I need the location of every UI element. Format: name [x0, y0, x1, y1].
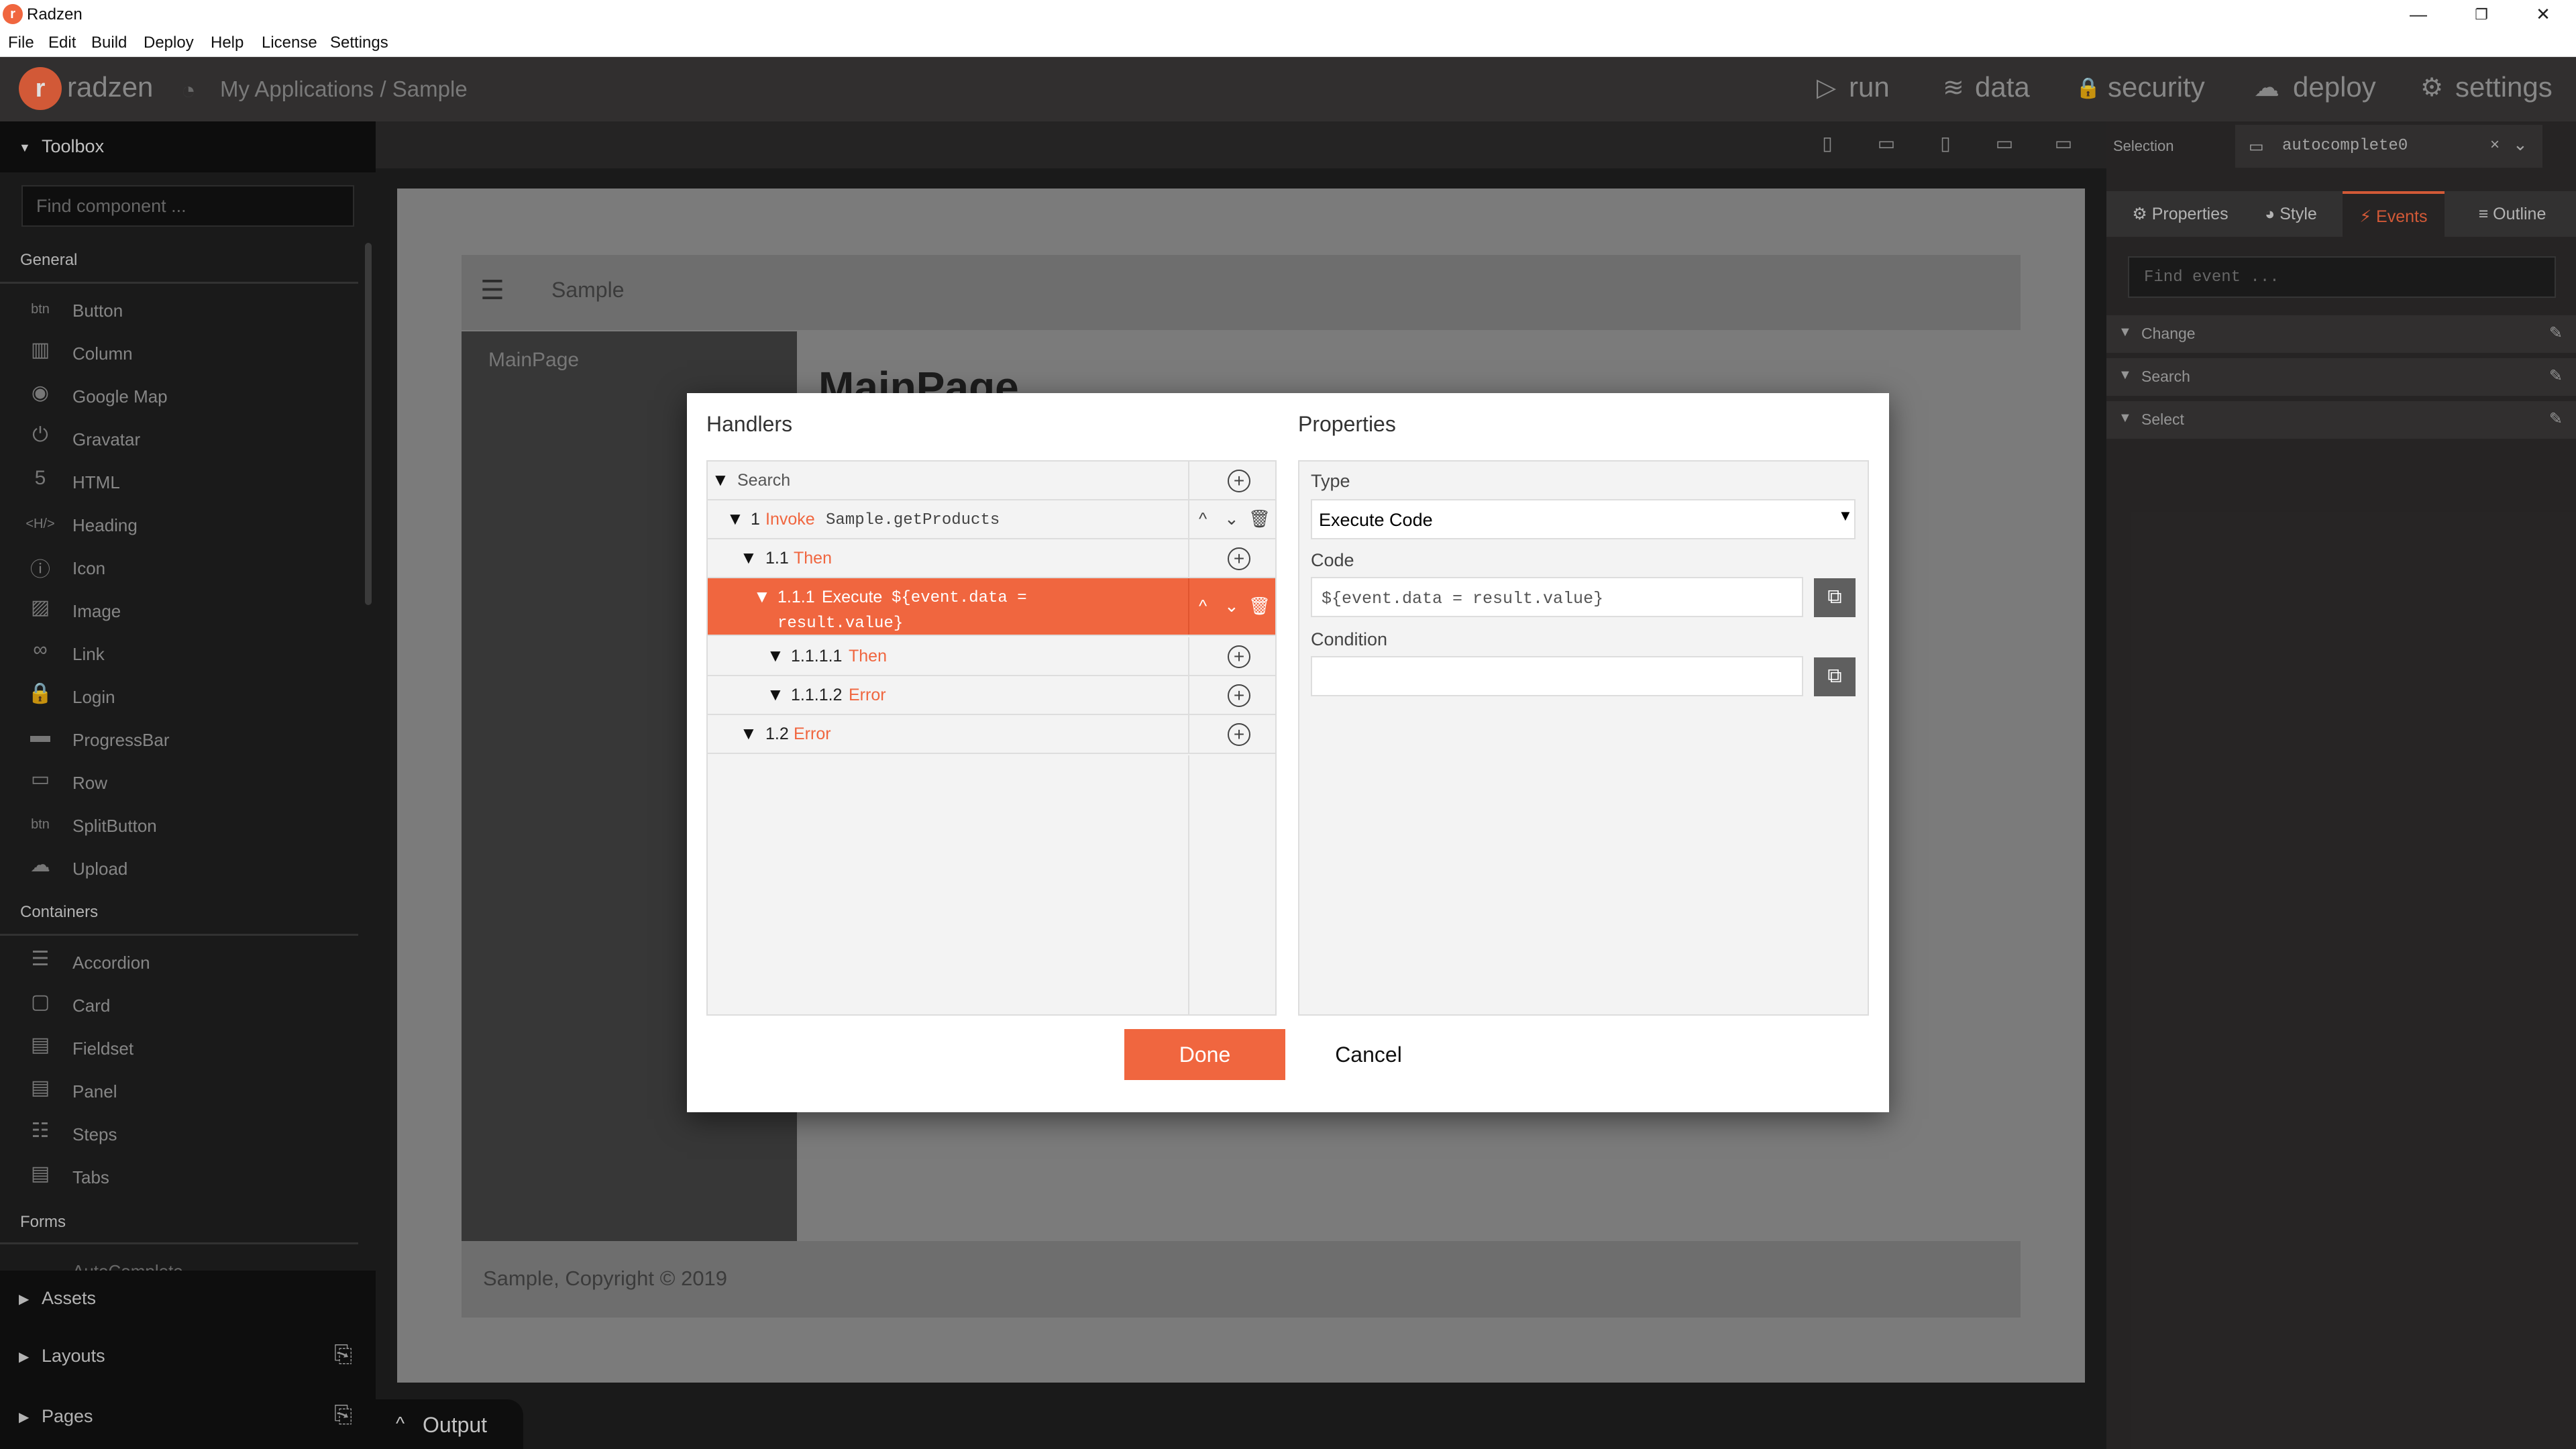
collapse-arrow-icon[interactable]: ▼ [740, 547, 757, 568]
menu-settings[interactable]: Settings [330, 34, 388, 52]
add-handler-icon[interactable]: + [1228, 547, 1250, 570]
handler-number: 1.1.1.2 [791, 686, 843, 704]
trash-icon[interactable]: 🗑 [1248, 596, 1271, 616]
restore-button[interactable]: ❐ [2451, 0, 2512, 29]
handler-properties [1298, 460, 1869, 1016]
handler-row-1[interactable]: ▼ 1 Invoke Sample.getProducts ^ ⌄ 🗑 [708, 500, 1275, 539]
add-handler-icon[interactable]: + [1228, 684, 1250, 707]
close-button[interactable]: ✕ [2513, 0, 2573, 29]
handler-number: 1.1 [765, 549, 789, 568]
handler-row-1-1-1-1[interactable]: ▼ 1.1.1.1 Then + [708, 637, 1275, 676]
add-handler-icon[interactable]: + [1228, 645, 1250, 668]
handler-code-cont: result.value} [777, 614, 904, 633]
window-titlebar [0, 0, 2576, 29]
add-handler-icon[interactable]: + [1228, 470, 1250, 492]
trash-icon[interactable]: 🗑 [1248, 508, 1271, 529]
code-input[interactable]: ${event.data = result.value} [1311, 577, 1803, 617]
handler-code: ${event.data = [892, 589, 1027, 607]
handler-type: Invoke [765, 510, 815, 529]
handler-event-name: Search [737, 471, 791, 490]
menu-file[interactable]: File [8, 34, 34, 52]
collapse-arrow-icon[interactable]: ▼ [727, 508, 744, 529]
handler-type: Then [849, 647, 887, 665]
move-up-icon[interactable]: ^ [1199, 596, 1207, 616]
collapse-arrow-icon[interactable]: ▼ [767, 684, 784, 705]
type-select[interactable]: Execute Code [1311, 499, 1856, 539]
handler-number: 1.1.1.1 [791, 647, 843, 665]
condition-input[interactable] [1311, 656, 1803, 696]
handler-code: Sample.getProducts [826, 511, 1000, 529]
handler-number: 1.1.1 [777, 588, 815, 606]
handler-row-search[interactable]: ▼ Search + [708, 462, 1275, 500]
collapse-arrow-icon[interactable]: ▼ [740, 723, 757, 744]
dropdown-arrow-icon: ▼ [1838, 507, 1853, 524]
handler-row-1-1-1-2[interactable]: ▼ 1.1.1.2 Error + [708, 676, 1275, 715]
handler-type: Then [794, 549, 832, 568]
collapse-arrow-icon[interactable]: ▼ [712, 470, 729, 490]
handler-type: Error [849, 686, 886, 704]
menu-build[interactable]: Build [91, 34, 127, 52]
handler-row-1-1-1[interactable]: ▼ 1.1.1 Execute ${event.data = result.va… [708, 578, 1275, 636]
move-down-icon[interactable]: ⌄ [1224, 596, 1239, 616]
add-handler-icon[interactable]: + [1228, 723, 1250, 746]
column-divider [1188, 755, 1189, 1014]
menu-license[interactable]: License [262, 34, 317, 52]
code-label: Code [1311, 550, 1354, 570]
collapse-arrow-icon[interactable]: ▼ [767, 645, 784, 666]
handlers-title: Handlers [706, 412, 793, 436]
condition-label: Condition [1311, 629, 1388, 649]
properties-title: Properties [1298, 412, 1396, 436]
move-down-icon[interactable]: ⌄ [1224, 508, 1239, 529]
handler-type: Execute [822, 588, 883, 606]
handler-number: 1 [751, 510, 760, 529]
open-editor-icon[interactable]: ⧉ [1814, 657, 1856, 696]
minimize-button[interactable]: — [2388, 0, 2449, 29]
menu-deploy[interactable]: Deploy [144, 34, 194, 52]
handler-row-1-2[interactable]: ▼ 1.2 Error + [708, 715, 1275, 754]
menu-help[interactable]: Help [211, 34, 244, 52]
type-label: Type [1311, 471, 1350, 491]
menu-edit[interactable]: Edit [48, 34, 76, 52]
handler-type: Error [794, 724, 831, 743]
handler-number: 1.2 [765, 724, 789, 743]
window-title: Radzen [27, 5, 83, 23]
handler-row-1-1[interactable]: ▼ 1.1 Then + [708, 539, 1275, 578]
radzen-logo-icon: r [3, 4, 23, 24]
cancel-button[interactable]: Cancel [1315, 1029, 1422, 1080]
open-editor-icon[interactable]: ⧉ [1814, 578, 1856, 617]
move-up-icon[interactable]: ^ [1199, 508, 1207, 529]
done-button[interactable]: Done [1124, 1029, 1285, 1080]
collapse-arrow-icon[interactable]: ▼ [753, 586, 771, 607]
